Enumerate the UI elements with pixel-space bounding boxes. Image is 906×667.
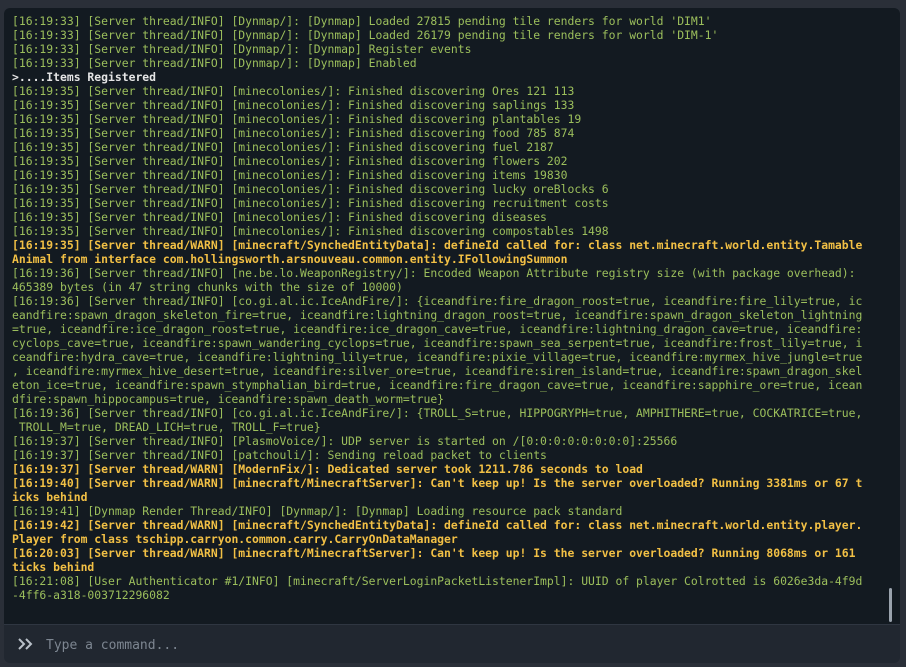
log-line-info: [16:19:35] [Server thread/INFO] [minecol… (12, 196, 609, 210)
log-line-info: [16:19:36] [Server thread/INFO] [ne.be.l… (12, 266, 856, 294)
log-line-warn: [16:19:35] [Server thread/WARN] [minecra… (12, 238, 863, 266)
console-output-panel: [16:19:33] [Server thread/INFO] [Dynmap/… (4, 8, 900, 624)
console-scrollbar[interactable] (889, 588, 892, 622)
log-line-info: [16:19:35] [Server thread/INFO] [minecol… (12, 210, 547, 224)
log-line-warn: [16:19:42] [Server thread/WARN] [minecra… (12, 518, 863, 546)
log-line-info: [16:19:35] [Server thread/INFO] [minecol… (12, 224, 609, 238)
log-line-info: [16:19:35] [Server thread/INFO] [minecol… (12, 84, 575, 98)
double-chevron-right-icon (18, 638, 33, 650)
log-line-info: [16:19:33] [Server thread/INFO] [Dynmap/… (12, 56, 417, 70)
log-line-warn: [16:20:03] [Server thread/WARN] [minecra… (12, 546, 856, 574)
log-line-info: [16:19:33] [Server thread/INFO] [Dynmap/… (12, 42, 472, 56)
log-line-info: [16:19:35] [Server thread/INFO] [minecol… (12, 112, 582, 126)
log-line-info: [16:19:33] [Server thread/INFO] [Dynmap/… (12, 14, 712, 28)
log-line-info: [16:21:08] [User Authenticator #1/INFO] … (12, 574, 863, 602)
command-input[interactable] (44, 633, 888, 657)
log-line-plain: >....Items Registered (12, 70, 157, 84)
log-line-info: [16:19:33] [Server thread/INFO] [Dynmap/… (12, 28, 719, 42)
log-line-info: [16:19:35] [Server thread/INFO] [minecol… (12, 140, 554, 154)
log-line-info: [16:19:37] [Server thread/INFO] [patchou… (12, 448, 547, 462)
log-line-info: [16:19:35] [Server thread/INFO] [minecol… (12, 182, 609, 196)
log-line-info: [16:19:36] [Server thread/INFO] [co.gi.a… (12, 294, 863, 406)
log-line-info: [16:19:35] [Server thread/INFO] [minecol… (12, 168, 568, 182)
log-line-warn: [16:19:40] [Server thread/WARN] [minecra… (12, 476, 863, 504)
log-line-info: [16:19:35] [Server thread/INFO] [minecol… (12, 98, 575, 112)
log-line-info: [16:19:37] [Server thread/INFO] [PlasmoV… (12, 434, 678, 448)
log-line-warn: [16:19:37] [Server thread/WARN] [ModernF… (12, 462, 643, 476)
log-line-info: [16:19:36] [Server thread/INFO] [co.gi.a… (12, 406, 863, 434)
log-line-info: [16:19:35] [Server thread/INFO] [minecol… (12, 154, 568, 168)
log-line-info: [16:19:35] [Server thread/INFO] [minecol… (12, 126, 575, 140)
command-bar (4, 624, 900, 663)
log-line-info: [16:19:41] [Dynmap Render Thread/INFO] [… (12, 504, 623, 518)
console-log[interactable]: [16:19:33] [Server thread/INFO] [Dynmap/… (4, 14, 892, 620)
